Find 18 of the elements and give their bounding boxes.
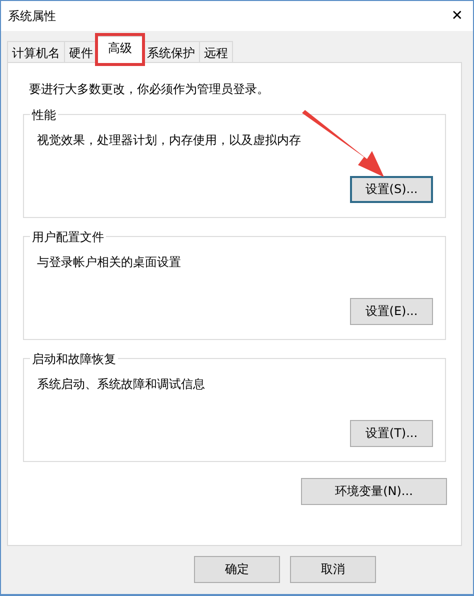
- settings-button[interactable]: 设置(T)...: [350, 420, 433, 447]
- group-description: 与登录帐户相关的桌面设置: [37, 254, 182, 271]
- settings-button[interactable]: 设置(S)...: [350, 176, 433, 203]
- tab[interactable]: 计算机名: [7, 41, 65, 63]
- group-description: 系统启动、系统故障和调试信息: [37, 376, 206, 393]
- close-button[interactable]: ✕: [447, 6, 467, 26]
- tab[interactable]: 高级: [97, 36, 143, 63]
- notice-text: 要进行大多数更改，你必须作为管理员登录。: [29, 81, 270, 98]
- group-title: 启动和故障恢复: [30, 351, 118, 368]
- window-title: 系统属性: [8, 8, 56, 24]
- dialog-button[interactable]: 确定: [194, 556, 280, 583]
- settings-button[interactable]: 设置(E)...: [350, 298, 433, 325]
- group-title: 用户配置文件: [30, 229, 106, 246]
- group-description: 视觉效果，处理器计划，内存使用，以及虚拟内存: [37, 132, 302, 149]
- group-title: 性能: [30, 107, 58, 124]
- environment-variables-button[interactable]: 环境变量(N)...: [301, 478, 447, 505]
- dialog-button[interactable]: 取消: [290, 556, 376, 583]
- tab[interactable]: 远程: [199, 41, 233, 63]
